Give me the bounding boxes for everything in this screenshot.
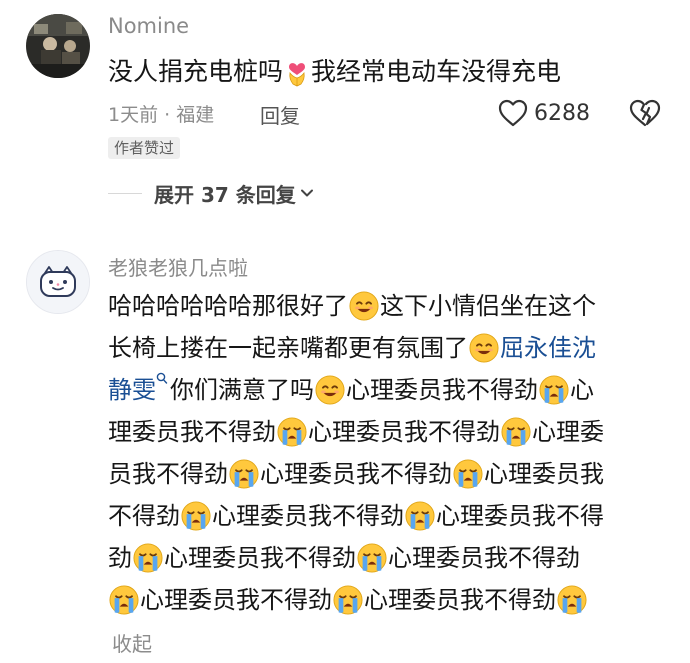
crying-emoji-icon bbox=[133, 543, 163, 573]
comment-text-line: 静雯 你们满意了吗 心理委员我不得劲 心 bbox=[108, 368, 668, 410]
comment-text-line: 长椅上搂在一起亲嘴都更有氛围了 屈永佳沈 bbox=[108, 326, 668, 368]
crying-emoji-icon bbox=[453, 459, 483, 489]
comment-text-part: 心理委员我不得劲 bbox=[308, 418, 500, 446]
comment-text-line: 劲 心理委员我不得劲 心理委员我不得劲 bbox=[108, 536, 668, 578]
crying-emoji-icon bbox=[405, 501, 435, 531]
comment-text-part: 我经常电动车没得充电 bbox=[311, 57, 562, 86]
crying-emoji-icon bbox=[181, 501, 211, 531]
comment-text-part: 你们满意了吗 bbox=[170, 376, 314, 404]
crying-emoji-icon bbox=[333, 585, 363, 615]
comment-text-part: 心理委 bbox=[532, 418, 604, 446]
user-mention-link[interactable]: 静雯 bbox=[108, 376, 156, 404]
comment-text-line: 理委员我不得劲 心理委员我不得劲 心理委 bbox=[108, 410, 668, 452]
comment-text-line: 心理委员我不得劲 心理委员我不得劲 bbox=[108, 578, 668, 620]
comment-text: 哈哈哈哈哈哈那很好了 这下小情侣坐在这个 长椅上搂在一起亲嘴都更有氛围了 屈永佳沈 … bbox=[108, 284, 668, 620]
smile-emoji-icon bbox=[469, 333, 499, 363]
comment-text-part: 理委员我不得劲 bbox=[108, 418, 276, 446]
smile-emoji-icon bbox=[315, 375, 345, 405]
like-count: 6288 bbox=[534, 100, 590, 126]
author-liked-badge: 作者赞过 bbox=[108, 137, 181, 159]
comment-text-part: 哈哈哈哈哈哈那很好了 bbox=[108, 292, 348, 320]
comment-text-part: 心理委员我不得 bbox=[436, 502, 604, 530]
search-icon[interactable] bbox=[156, 372, 168, 386]
heart-hands-emoji-icon bbox=[289, 63, 306, 87]
dislike-button[interactable] bbox=[628, 98, 662, 128]
user-avatar[interactable] bbox=[26, 14, 90, 78]
comment-text-part: 心 bbox=[570, 376, 594, 404]
comment-text-part: 心理委员我不得劲 bbox=[346, 376, 538, 404]
comment-text-part: 劲 bbox=[108, 544, 132, 572]
crying-emoji-icon bbox=[229, 459, 259, 489]
user-mention-link[interactable]: 屈永佳沈 bbox=[500, 334, 596, 362]
crying-emoji-icon bbox=[277, 417, 307, 447]
comment-text-part: 不得劲 bbox=[108, 502, 180, 530]
crying-emoji-icon bbox=[357, 543, 387, 573]
comment-meta: 1天前 · 福建 bbox=[108, 104, 215, 126]
comment-text-part: 心理委员我不得劲 bbox=[140, 586, 332, 614]
comment-text-part: 长椅上搂在一起亲嘴都更有氛围了 bbox=[108, 334, 468, 362]
comment-text-part: 心理委员我不得劲 bbox=[260, 460, 452, 488]
comment-text-part: 心理委员我不得劲 bbox=[388, 544, 580, 572]
comment-text-part: 心理委员我不得劲 bbox=[364, 586, 556, 614]
reply-button[interactable]: 回复 bbox=[260, 100, 300, 129]
expand-replies-button[interactable]: 展开 37 条回复 bbox=[108, 176, 314, 210]
smile-emoji-icon bbox=[349, 291, 379, 321]
comment-text-part: 心理委员我 bbox=[484, 460, 604, 488]
comment-text-line: 员我不得劲 心理委员我不得劲 心理委员我 bbox=[108, 452, 668, 494]
comment-text-part: 没人捐充电桩吗 bbox=[108, 57, 284, 86]
expand-replies-label: 展开 37 条回复 bbox=[154, 182, 296, 207]
comment-text-part: 这下小情侣坐在这个 bbox=[380, 292, 596, 320]
comment-text-part: 心理委员我不得劲 bbox=[164, 544, 356, 572]
crying-emoji-icon bbox=[109, 585, 139, 615]
comment-text: 没人捐充电桩吗 我经常电动车没得充电 bbox=[108, 52, 561, 91]
broken-heart-icon bbox=[629, 99, 661, 127]
crying-emoji-icon bbox=[501, 417, 531, 447]
comment-text-part: 心理委员我不得劲 bbox=[212, 502, 404, 530]
comment-text-line: 哈哈哈哈哈哈那很好了 这下小情侣坐在这个 bbox=[108, 284, 668, 326]
comment-text-part: 员我不得劲 bbox=[108, 460, 228, 488]
crying-emoji-icon bbox=[557, 585, 587, 615]
heart-outline-icon bbox=[498, 99, 528, 127]
user-avatar[interactable] bbox=[26, 250, 90, 314]
divider-line bbox=[108, 192, 142, 194]
comment-username[interactable]: Nomine bbox=[108, 14, 189, 38]
comment-username[interactable]: 老狼老狼几点啦 bbox=[108, 252, 248, 281]
chevron-down-icon bbox=[300, 189, 313, 197]
crying-emoji-icon bbox=[539, 375, 569, 405]
like-button[interactable]: 6288 bbox=[498, 96, 590, 130]
comment-text-line: 不得劲 心理委员我不得劲 心理委员我不得 bbox=[108, 494, 668, 536]
collapse-button[interactable]: 收起 bbox=[112, 628, 152, 657]
